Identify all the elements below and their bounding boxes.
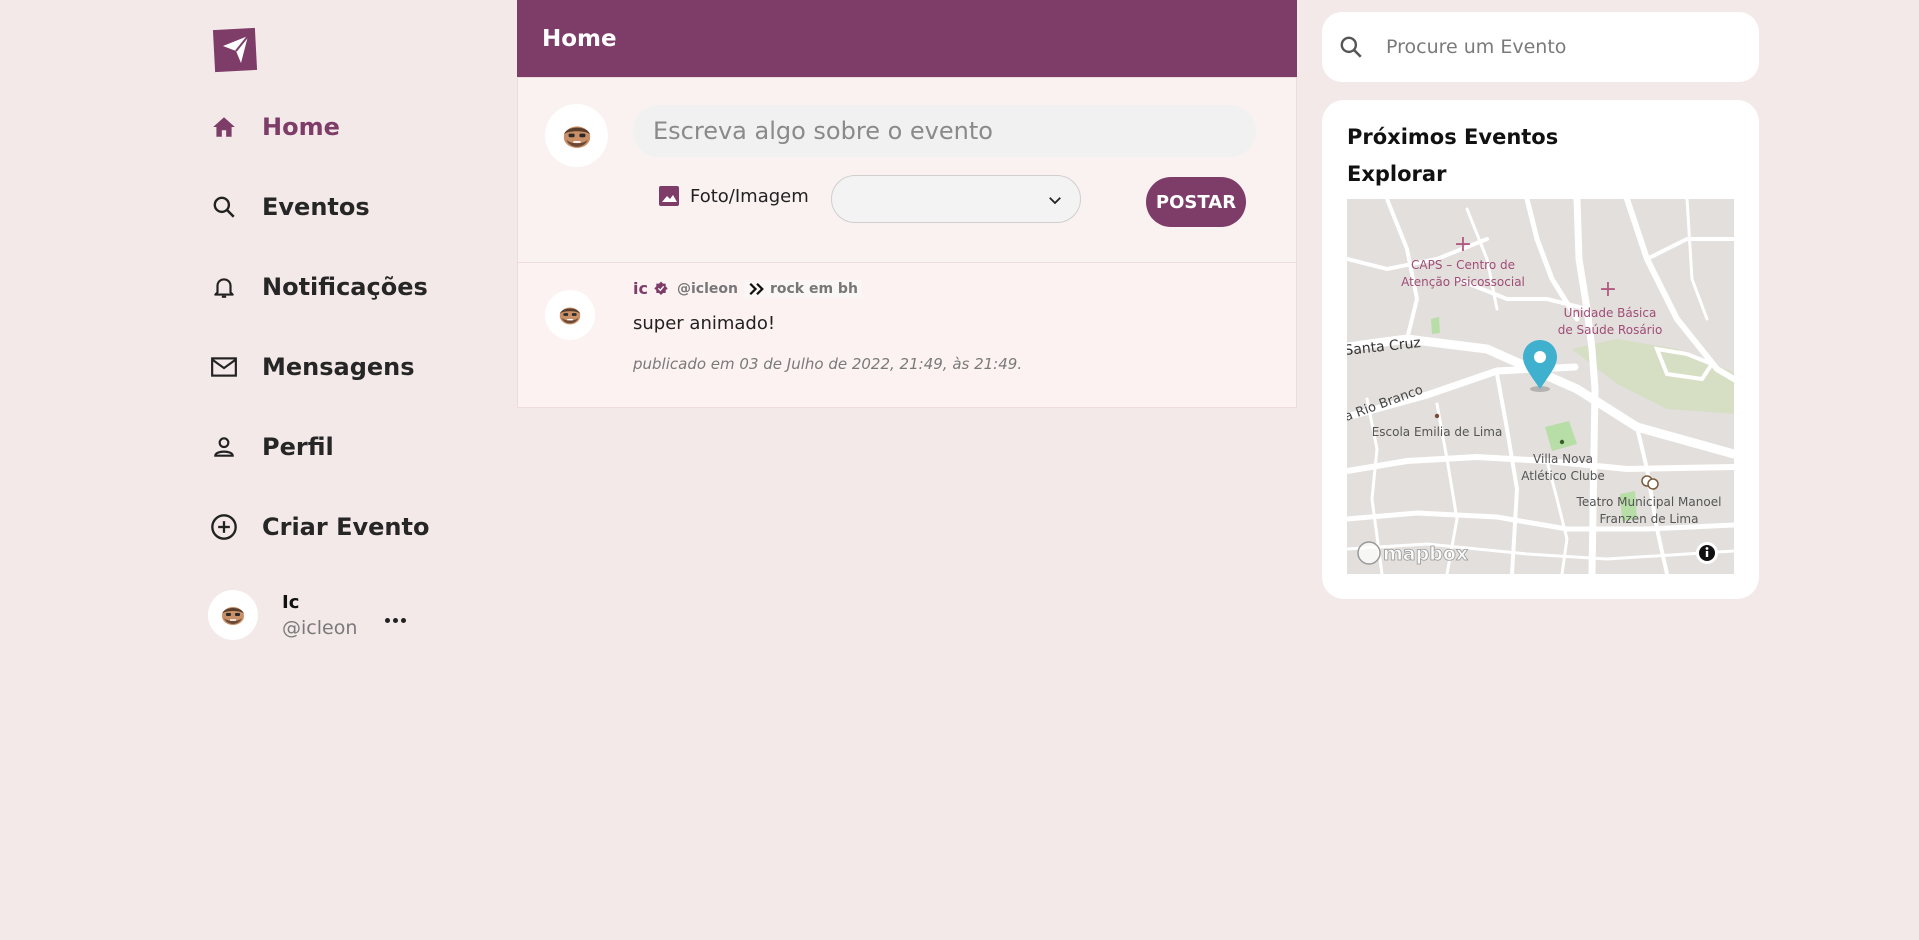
search-icon (209, 192, 239, 222)
nav-mensagens-label: Mensagens (262, 353, 415, 381)
nav-home[interactable]: Home (208, 112, 340, 142)
avatar (545, 104, 608, 167)
mapbox-logo: mapbox (1357, 541, 1469, 565)
map-label: Teatro Municipal Manoel (1576, 495, 1722, 509)
event-search-input[interactable] (1386, 36, 1726, 58)
page-header: Home (517, 0, 1297, 77)
more-options-button[interactable] (385, 617, 407, 623)
map-label: Villa Nova (1533, 452, 1593, 466)
person-icon (209, 432, 239, 462)
user-handle: @icleon (282, 616, 358, 639)
dot-icon (385, 617, 391, 623)
nav-perfil-label: Perfil (262, 433, 334, 461)
map-label: Atlético Clube (1521, 469, 1605, 483)
post-event-tag[interactable]: rock em bh (743, 279, 862, 298)
nav-notificacoes[interactable]: Notificações (208, 272, 428, 302)
app-logo[interactable] (212, 27, 258, 73)
photo-upload-label: Foto/Imagem (690, 185, 809, 207)
nav-mensagens[interactable]: Mensagens (208, 352, 415, 382)
double-chevron-right-icon (749, 282, 764, 295)
verified-badge-icon (654, 281, 668, 295)
post-text: super animado! (633, 313, 776, 334)
paper-plane-icon (212, 27, 258, 73)
avatar (208, 590, 258, 640)
bell-icon (209, 272, 239, 302)
dot-icon (401, 617, 407, 623)
search-icon (1340, 36, 1362, 58)
explore-title: Explorar (1347, 162, 1447, 186)
nav-eventos-label: Eventos (262, 193, 370, 221)
memoji-avatar-icon (563, 125, 590, 148)
user-info: Ic @icleon (282, 592, 357, 639)
map-label: de Saúde Rosário (1558, 323, 1663, 337)
nav-eventos[interactable]: Eventos (208, 192, 370, 222)
upcoming-events-title: Próximos Eventos (1347, 125, 1559, 149)
dot-icon (393, 617, 399, 623)
park-area (1431, 317, 1440, 334)
map-label: Franzen de Lima (1600, 512, 1699, 526)
memoji-avatar-icon (222, 607, 244, 625)
avatar[interactable] (545, 290, 595, 340)
main-feed: Home Foto/Imagem POSTAR (517, 0, 1297, 408)
map-label: CAPS – Centro de (1411, 258, 1515, 272)
post-button[interactable]: POSTAR (1146, 177, 1246, 227)
page-title: Home (542, 25, 617, 52)
sidebar: Home Eventos Notificações Mensagens Perf… (208, 0, 508, 940)
photo-upload-button[interactable]: Foto/Imagem (657, 184, 809, 208)
post-card: ic @icleon rock em bh super animado! pub… (517, 263, 1297, 408)
nav-home-label: Home (262, 113, 340, 141)
user-account[interactable]: Ic @icleon (208, 590, 407, 640)
nav-criar-evento[interactable]: Criar Evento (208, 512, 429, 542)
post-author[interactable]: ic (633, 279, 648, 298)
image-icon (659, 186, 679, 206)
nav-notificacoes-label: Notificações (262, 273, 428, 301)
nav-criar-evento-label: Criar Evento (262, 513, 430, 541)
post-event-name: rock em bh (769, 280, 858, 297)
post-text-input[interactable] (633, 105, 1256, 157)
events-map[interactable]: + + CAPS – Centro de Atenção Psicossocia… (1347, 199, 1734, 574)
post-handle[interactable]: @icleon (677, 281, 738, 297)
home-icon (209, 112, 239, 142)
svg-text:mapbox: mapbox (1383, 543, 1468, 565)
map-label: Escola Emilia de Lima (1372, 425, 1503, 439)
nav-perfil[interactable]: Perfil (208, 432, 334, 462)
svg-text:+: + (1599, 277, 1617, 302)
chevron-down-icon (1049, 197, 1061, 205)
memoji-avatar-icon (559, 307, 581, 325)
event-search-box (1322, 12, 1759, 82)
mail-icon (209, 352, 239, 382)
map-label: Unidade Básica (1564, 306, 1657, 320)
user-name: Ic (282, 591, 300, 613)
plus-circle-icon (209, 512, 239, 542)
upcoming-events-card: Próximos Eventos Explorar + + CAPS – Cen… (1322, 100, 1759, 599)
post-composer: Foto/Imagem POSTAR (517, 77, 1297, 263)
svg-text:+: + (1454, 232, 1472, 257)
map-label: Atenção Psicossocial (1401, 275, 1525, 289)
post-header: ic @icleon rock em bh (633, 279, 862, 298)
info-icon[interactable] (1696, 542, 1718, 564)
post-date: publicado em 03 de Julho de 2022, 21:49,… (633, 355, 1023, 373)
event-select[interactable] (831, 175, 1081, 223)
